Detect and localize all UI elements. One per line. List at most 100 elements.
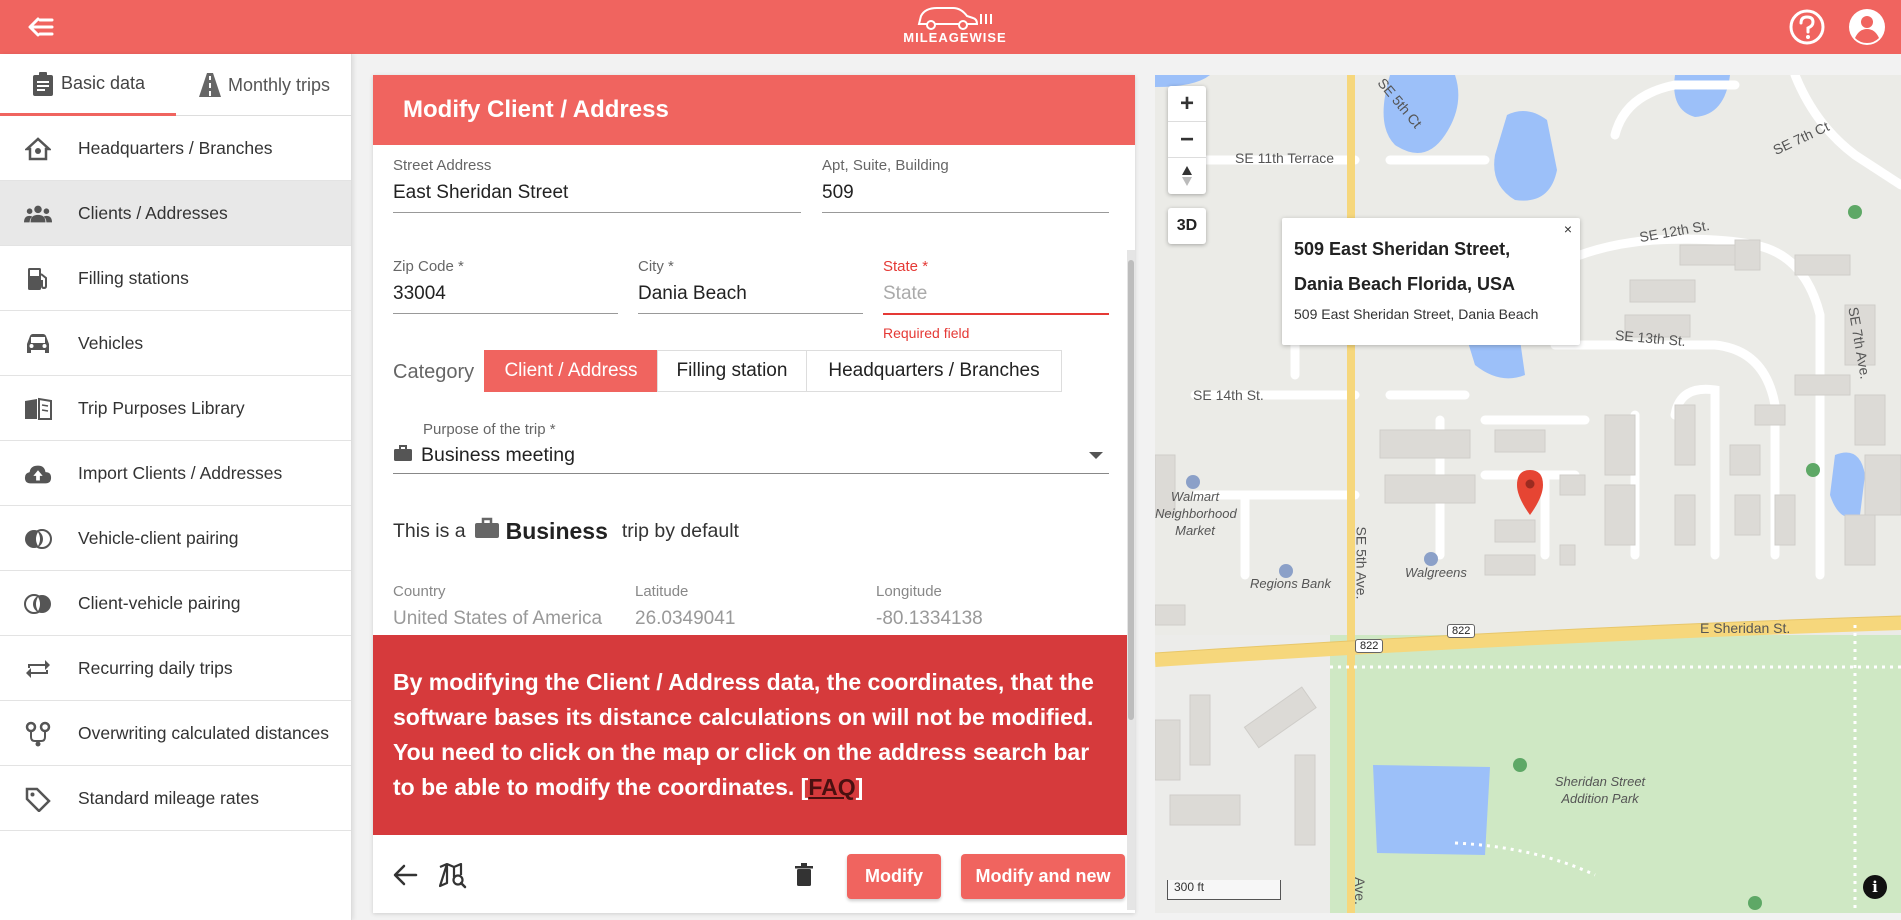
- tab-monthly-trips[interactable]: Monthly trips: [176, 54, 352, 116]
- map-label-sheridan: E Sheridan St.: [1700, 620, 1791, 636]
- latitude-field: Latitude 26.0349041: [635, 583, 857, 639]
- sidebar-item-label: Filling stations: [78, 267, 189, 288]
- pairing-icon: [24, 526, 52, 552]
- map-label-walmart: Walmart Neighborhood Market: [1155, 489, 1237, 538]
- panel-scrollbar[interactable]: [1127, 250, 1135, 910]
- sidebar-item-client-vehicle-pairing[interactable]: Client-vehicle pairing: [0, 571, 351, 636]
- category-headquarters[interactable]: Headquarters / Branches: [806, 350, 1062, 392]
- tag-icon: [24, 786, 52, 812]
- road-icon: [198, 73, 221, 97]
- sidebar-item-label: Import Clients / Addresses: [78, 462, 283, 483]
- sidebar-item-label: Recurring daily trips: [78, 657, 233, 678]
- zoom-in-button[interactable]: +: [1168, 86, 1206, 122]
- 3d-toggle-button[interactable]: 3D: [1168, 208, 1206, 244]
- repeat-icon: [24, 656, 52, 682]
- category-client-address[interactable]: Client / Address: [484, 350, 658, 392]
- sidebar-tabs: Basic data Monthly trips: [0, 54, 351, 116]
- city-field[interactable]: City * Dania Beach: [638, 258, 863, 314]
- map-view[interactable]: SE 11th Terrace SE 5th Ct SE 7th Ct SE 1…: [1155, 75, 1901, 913]
- home-gear-icon: [24, 136, 52, 162]
- apt-input[interactable]: 509: [822, 182, 1109, 213]
- sidebar-item-clients[interactable]: Clients / Addresses: [0, 181, 351, 246]
- street-address-label: Street Address: [393, 157, 492, 174]
- map-scale: 300 ft: [1167, 880, 1281, 900]
- brand-logo[interactable]: MILEAGEWISE: [900, 4, 1010, 50]
- panel-title: Modify Client / Address: [373, 75, 1135, 145]
- help-icon[interactable]: [1788, 8, 1826, 46]
- state-field[interactable]: State * State Required field: [883, 258, 1109, 341]
- apt-label: Apt, Suite, Building: [822, 157, 949, 174]
- tab-basic-data[interactable]: Basic data: [0, 54, 176, 116]
- zip-input[interactable]: 33004: [393, 283, 618, 314]
- sidebar-item-vehicle-client-pairing[interactable]: Vehicle-client pairing: [0, 506, 351, 571]
- category-filling-station[interactable]: Filling station: [657, 350, 807, 392]
- map-label-se11: SE 11th Terrace: [1235, 150, 1335, 166]
- car-logo-icon: [917, 7, 992, 30]
- coordinates-warning: By modifying the Client / Address data, …: [373, 635, 1127, 835]
- city-input[interactable]: Dania Beach: [638, 283, 863, 314]
- state-input[interactable]: State: [883, 283, 1109, 315]
- address-popup: × 509 East Sheridan Street, Dania Beach …: [1282, 218, 1580, 345]
- zip-field[interactable]: Zip Code * 33004: [393, 258, 618, 314]
- trip-purpose-label: Purpose of the trip *: [423, 421, 556, 438]
- popup-title-line1: 509 East Sheridan Street,: [1294, 239, 1511, 259]
- panel-footer: Modify Modify and new: [373, 835, 1127, 913]
- route-shield: 822: [1355, 639, 1384, 653]
- state-error: Required field: [883, 325, 970, 341]
- popup-subtitle: 509 East Sheridan Street, Dania Beach: [1294, 306, 1539, 322]
- sidebar-item-filling-stations[interactable]: Filling stations: [0, 246, 351, 311]
- longitude-field: Longitude -80.1334138: [876, 583, 1098, 639]
- arrow-back-icon[interactable]: [393, 863, 419, 887]
- default-suffix: trip by default: [621, 519, 739, 542]
- zip-label: Zip Code *: [393, 258, 464, 275]
- route-icon: [24, 721, 52, 747]
- sidebar-item-import[interactable]: Import Clients / Addresses: [0, 441, 351, 506]
- sidebar-item-trip-purposes[interactable]: Trip Purposes Library: [0, 376, 351, 441]
- trip-purpose-value[interactable]: Business meeting: [393, 438, 1109, 474]
- default-type: Business: [505, 517, 608, 544]
- sidebar-item-recurring-trips[interactable]: Recurring daily trips: [0, 636, 351, 701]
- close-icon[interactable]: ×: [1564, 221, 1572, 237]
- street-address-field[interactable]: Street Address East Sheridan Street: [393, 157, 801, 213]
- route-shield: 822: [1447, 624, 1476, 638]
- people-icon: [24, 201, 52, 227]
- briefcase-icon: [393, 444, 413, 468]
- category-label: Category: [393, 361, 475, 383]
- compass-icon[interactable]: [1168, 158, 1206, 194]
- sidebar-item-headquarters[interactable]: Headquarters / Branches: [0, 116, 351, 181]
- latitude-label: Latitude: [635, 583, 689, 600]
- trash-icon[interactable]: [793, 863, 819, 887]
- sidebar-item-label: Clients / Addresses: [78, 202, 228, 223]
- tab-monthly-trips-label: Monthly trips: [227, 74, 331, 95]
- map-canvas[interactable]: [1155, 75, 1901, 913]
- street-address-input[interactable]: East Sheridan Street: [393, 182, 801, 213]
- sidebar-item-label: Headquarters / Branches: [78, 137, 273, 158]
- info-icon[interactable]: i: [1863, 875, 1887, 899]
- map-label-se5ave: SE 5th Ave.: [1353, 526, 1370, 600]
- sidebar-item-label: Vehicle-client pairing: [78, 527, 239, 548]
- modify-and-new-button[interactable]: Modify and new: [961, 854, 1125, 899]
- sidebar-item-vehicles[interactable]: Vehicles: [0, 311, 351, 376]
- modify-button[interactable]: Modify: [847, 854, 941, 899]
- trip-purpose-select[interactable]: Purpose of the trip * Business meeting: [393, 421, 1109, 474]
- map-search-icon[interactable]: [438, 862, 467, 889]
- map-label-walgreens: Walgreens: [1405, 565, 1467, 580]
- default-trip-type: This is a Business trip by default: [393, 517, 739, 545]
- sidebar-item-mileage-rates[interactable]: Standard mileage rates: [0, 766, 351, 831]
- country-field: Country United States of America: [393, 583, 615, 639]
- briefcase-icon: [474, 517, 500, 545]
- tab-basic-data-label: Basic data: [60, 73, 146, 93]
- brand-name: MILEAGEWISE: [903, 30, 1007, 45]
- popup-title-line2: Dania Beach Florida, USA: [1294, 274, 1516, 294]
- apt-field[interactable]: Apt, Suite, Building 509: [822, 157, 1109, 213]
- pairing-icon: [24, 591, 52, 617]
- back-arrow-icon[interactable]: [26, 14, 54, 40]
- chevron-down-icon[interactable]: [1089, 452, 1103, 459]
- faq-link[interactable]: FAQ: [808, 774, 855, 800]
- scrollbar-thumb[interactable]: [1128, 260, 1134, 720]
- sidebar-item-overwriting-distances[interactable]: Overwriting calculated distances: [0, 701, 351, 766]
- country-label: Country: [393, 583, 446, 600]
- zoom-out-button[interactable]: −: [1168, 122, 1206, 158]
- account-icon[interactable]: [1847, 7, 1887, 47]
- sidebar-item-label: Vehicles: [78, 332, 144, 353]
